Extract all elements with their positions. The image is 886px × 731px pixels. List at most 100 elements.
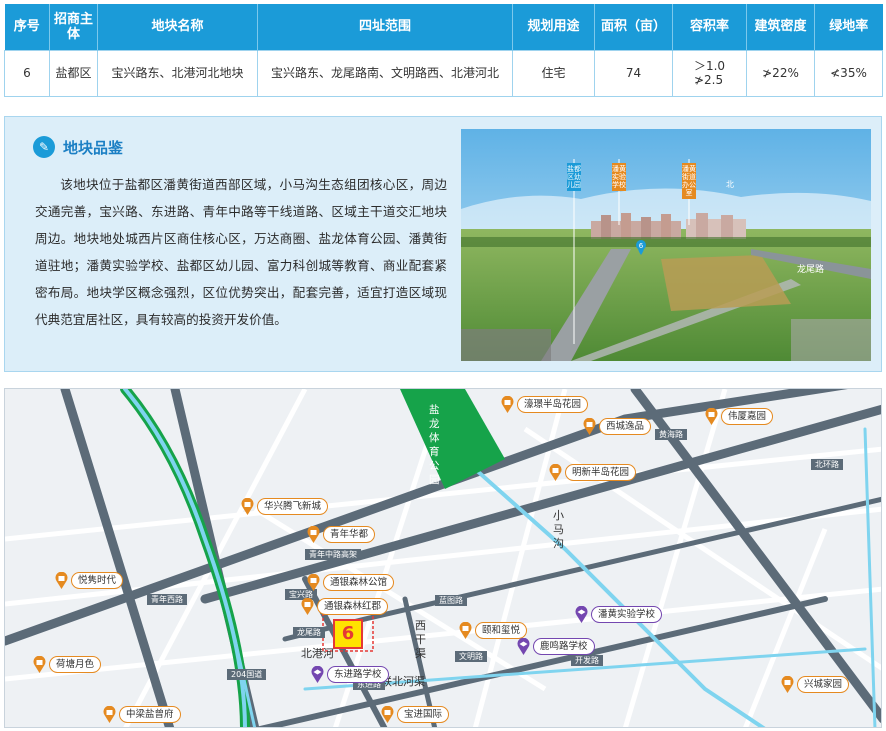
cell-usage: 住宅: [512, 49, 595, 97]
poi-marker[interactable]: 濠璟半岛花园: [501, 395, 589, 413]
photo-site-number: 6: [639, 242, 644, 250]
park-label: 盐龙体育公园: [429, 404, 440, 486]
school-pin-icon: [575, 605, 588, 623]
poi-marker[interactable]: 荷塘月色: [33, 655, 102, 673]
road-qingnian-west: 青年西路: [147, 594, 187, 605]
poi-label: 宝进国际: [397, 705, 450, 723]
poi-marker[interactable]: 中梁盐曾府: [103, 705, 181, 723]
aerial-photo-svg: 6 龙尾路 北: [461, 129, 871, 361]
house-pin-icon: [381, 705, 394, 723]
cell-density: ≯22%: [746, 49, 815, 97]
poi-marker[interactable]: 兴城家园: [781, 675, 850, 693]
road-kaifa: 开发路: [571, 655, 603, 666]
photo-tag-school: 潘黄实验学校: [612, 163, 626, 191]
far-max: ≯2.5: [693, 73, 724, 87]
land-info-table: 序号 招商主体 地块名称 四址范围 规划用途 面积（亩） 容积率 建筑密度 绿地…: [4, 4, 883, 97]
site-marker[interactable]: 6: [333, 619, 363, 649]
header-green: 绿地率: [814, 4, 883, 50]
road-wenming: 文明路: [455, 651, 487, 662]
poi-marker[interactable]: 鹿鸣路学校: [517, 637, 595, 655]
poi-label: 华兴腾飞新城: [257, 497, 329, 515]
poi-label: 荷塘月色: [49, 655, 102, 673]
cell-far: ＞1.0 ≯2.5: [672, 49, 747, 97]
canal-label: 小马沟: [553, 509, 564, 550]
poi-label: 明新半岛花园: [565, 463, 637, 481]
house-pin-icon: [55, 571, 68, 589]
table-row: 6 盐都区 宝兴路东、北港河北地块 宝兴路东、龙尾路南、文明路西、北港河北 住宅…: [4, 49, 883, 97]
cell-index: 6: [4, 49, 50, 97]
photo-tag-office: 潘黄街道办公室: [682, 163, 696, 199]
poi-marker[interactable]: 青年华都: [307, 525, 376, 543]
poi-label: 悦隽时代: [71, 571, 124, 589]
header-district: 招商主体: [49, 4, 98, 50]
cell-district: 盐都区: [49, 49, 98, 97]
school-pin-icon: [517, 637, 530, 655]
cell-area: 74: [594, 49, 673, 97]
poi-label: 东进路学校: [327, 665, 389, 683]
house-pin-icon: [583, 417, 596, 435]
photo-north: 北: [726, 180, 734, 189]
house-pin-icon: [307, 573, 320, 591]
house-pin-icon: [241, 497, 254, 515]
poi-label: 潘黄实验学校: [591, 605, 663, 623]
poi-marker[interactable]: 悦隽时代: [55, 571, 124, 589]
poi-marker[interactable]: 伟厦嘉园: [705, 407, 774, 425]
poi-label: 颐和玺悦: [475, 621, 528, 639]
header-area: 面积（亩）: [594, 4, 673, 50]
poi-label: 兴城家园: [797, 675, 850, 693]
north-river-label: 北港河: [301, 647, 334, 660]
poi-label: 濠璟半岛花园: [517, 395, 589, 413]
header-index: 序号: [4, 4, 50, 50]
poi-marker[interactable]: 宝进国际: [381, 705, 450, 723]
header-far: 容积率: [672, 4, 747, 50]
road-huanghai: 黄海路: [655, 429, 687, 440]
poi-marker[interactable]: 潘黄实验学校: [575, 605, 663, 623]
poi-label: 青年华都: [323, 525, 376, 543]
map-base-svg: [5, 389, 881, 727]
road-qingnian-elevated: 青年中路高架: [305, 549, 361, 560]
road-g204: 204国道: [227, 669, 267, 680]
location-map[interactable]: 盐龙体育公园 小马沟 西干渠 北港河 联北河渠 青年西路 青年中路高架 204国…: [4, 388, 882, 728]
poi-marker[interactable]: 通银森林公馆: [307, 573, 395, 591]
photo-road-label: 龙尾路: [797, 263, 824, 275]
aerial-photo: 6 龙尾路 北 盐都区幼儿园 潘黄实验学校 潘黄街道办公室: [461, 129, 871, 361]
intro-heading: ✎ 地块品鉴: [33, 135, 123, 159]
house-pin-icon: [103, 705, 116, 723]
poi-marker[interactable]: 明新半岛花园: [549, 463, 637, 481]
photo-tag-kindergarten: 盐都区幼儿园: [567, 163, 581, 191]
intro-panel: ✎ 地块品鉴 该地块位于盐都区潘黄街道西部区域，小马沟生态组团核心区，周边交通完…: [4, 116, 882, 372]
house-pin-icon: [549, 463, 562, 481]
poi-label: 鹿鸣路学校: [533, 637, 595, 655]
poi-label: 中梁盐曾府: [119, 705, 181, 723]
poi-label: 伟厦嘉园: [721, 407, 774, 425]
house-pin-icon: [33, 655, 46, 673]
intro-title: 地块品鉴: [63, 138, 124, 157]
cell-bounds: 宝兴路东、龙尾路南、文明路西、北港河北: [257, 49, 513, 97]
header-usage: 规划用途: [512, 4, 595, 50]
road-lantu: 蓝图路: [435, 595, 467, 606]
poi-marker[interactable]: 西城逸品: [583, 417, 652, 435]
cell-green: ≮35%: [814, 49, 883, 97]
far-stack: ＞1.0 ≯2.5: [694, 59, 725, 87]
road-north-link: 北环路: [811, 459, 843, 470]
school-pin-icon: [311, 665, 324, 683]
house-pin-icon: [301, 597, 314, 615]
cell-name: 宝兴路东、北港河北地块: [97, 49, 258, 97]
pencil-icon: ✎: [33, 136, 55, 158]
table-header-row: 序号 招商主体 地块名称 四址范围 规划用途 面积（亩） 容积率 建筑密度 绿地…: [4, 4, 883, 50]
poi-label: 通银森林公馆: [323, 573, 395, 591]
house-pin-icon: [781, 675, 794, 693]
poi-marker[interactable]: 通银森林红郡: [301, 597, 389, 615]
header-density: 建筑密度: [746, 4, 815, 50]
road-longwei: 龙尾路: [293, 627, 325, 638]
house-pin-icon: [705, 407, 718, 425]
house-pin-icon: [307, 525, 320, 543]
west-canal-label: 西干渠: [415, 619, 426, 660]
header-name: 地块名称: [97, 4, 258, 50]
house-pin-icon: [501, 395, 514, 413]
intro-text: 该地块位于盐都区潘黄街道西部区域，小马沟生态组团核心区，周边交通完善，宝兴路、东…: [35, 177, 447, 327]
poi-marker[interactable]: 华兴腾飞新城: [241, 497, 329, 515]
poi-label: 通银森林红郡: [317, 597, 389, 615]
poi-marker[interactable]: 东进路学校: [311, 665, 389, 683]
far-min: ＞1.0: [693, 59, 726, 73]
